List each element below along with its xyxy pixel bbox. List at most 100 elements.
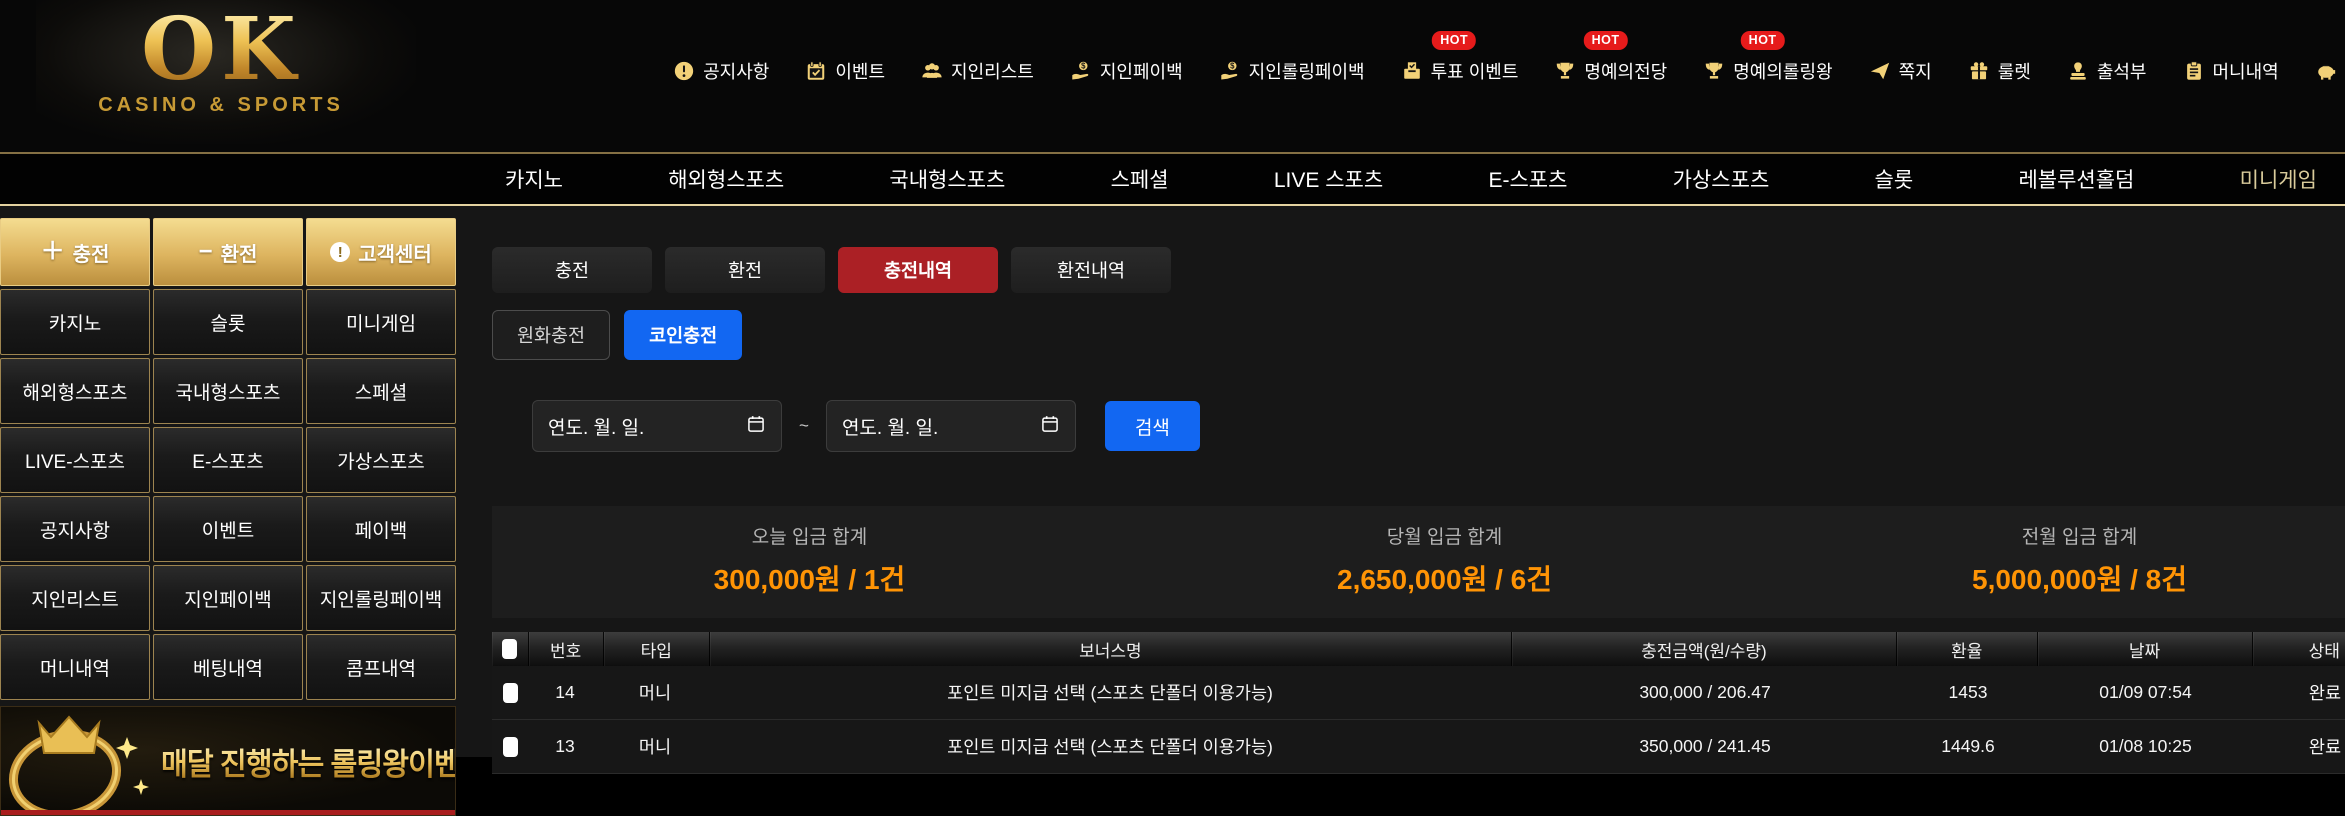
sidebar-item-overseas-sports[interactable]: 해외형스포츠 — [0, 358, 150, 424]
utility-item-friend-payback[interactable]: $ 지인페이백 — [1070, 58, 1183, 84]
sidebar-item-money-history[interactable]: 머니내역 — [0, 634, 150, 700]
sidebar-item-betting-history[interactable]: 베팅내역 — [153, 634, 303, 700]
utility-item-friend-list[interactable]: 지인리스트 — [921, 58, 1034, 84]
sidebar-item-special[interactable]: 스페셜 — [306, 358, 456, 424]
tab-withdraw-history[interactable]: 환전내역 — [1011, 247, 1171, 293]
summary-value: 300,000원 / 1건 — [492, 558, 1127, 598]
main-nav-items: 카지노 해외형스포츠 국내형스포츠 스페셜 LIVE 스포츠 E-스포츠 가상스… — [505, 154, 2317, 204]
utility-item-money-history[interactable]: 머니내역 — [2183, 58, 2279, 84]
nav-virtual-sports[interactable]: 가상스포츠 — [1673, 164, 1770, 194]
sidebar-item-notice[interactable]: 공지사항 — [0, 496, 150, 562]
exclamation-circle-icon: ! — [330, 242, 350, 262]
col-type: 타입 — [604, 632, 711, 666]
sidebar-item-live-sports[interactable]: LIVE-스포츠 — [0, 427, 150, 493]
cell-amount: 300,000 / 206.47 — [1512, 682, 1898, 703]
cell-type: 머니 — [602, 734, 708, 759]
utility-item-notice[interactable]: 공지사항 — [673, 58, 769, 84]
summary-label: 전월 입금 합계 — [1762, 522, 2345, 549]
sidebar-item-slots[interactable]: 슬롯 — [153, 289, 303, 355]
sidebar-item-event[interactable]: 이벤트 — [153, 496, 303, 562]
utility-item-attendance[interactable]: 출석부 — [2067, 58, 2147, 84]
deposit-button[interactable]: ＋ 충전 — [0, 218, 150, 286]
utility-item-event[interactable]: 이벤트 — [805, 58, 885, 84]
utility-item-label: 공지사항 — [703, 58, 769, 84]
deposit-type-subtabs: 원화충전 코인충전 — [492, 310, 2345, 360]
summary-this-month: 당월 입금 합계 2,650,000원 / 6건 — [1127, 522, 1762, 598]
calendar-icon[interactable] — [746, 414, 766, 439]
nav-domestic-sports[interactable]: 국내형스포츠 — [889, 164, 1005, 194]
row-checkbox[interactable] — [503, 683, 518, 703]
nav-overseas-sports[interactable]: 해외형스포츠 — [668, 164, 784, 194]
subtab-coin-deposit[interactable]: 코인충전 — [624, 310, 742, 360]
date-from-input[interactable]: 연도. 월. 일. — [532, 400, 782, 452]
cell-rate: 1449.6 — [1898, 736, 2038, 757]
withdraw-label: 환전 — [221, 238, 258, 267]
nav-revolution-holdem[interactable]: 레볼루션홀덤 — [2018, 164, 2134, 194]
utility-item-message[interactable]: 쪽지 — [1869, 58, 1932, 84]
utility-item-hall-of-fame[interactable]: HOT 명예의전당 — [1554, 58, 1667, 84]
select-all-checkbox[interactable] — [502, 639, 517, 659]
utility-item-label: 쪽지 — [1899, 58, 1932, 84]
summary-label: 오늘 입금 합계 — [492, 522, 1127, 549]
sidebar-item-domestic-sports[interactable]: 국내형스포츠 — [153, 358, 303, 424]
nav-minigame[interactable]: 미니게임 — [2240, 164, 2317, 194]
sidebar-item-comp-history[interactable]: 콤프내역 — [306, 634, 456, 700]
tab-deposit[interactable]: 충전 — [492, 247, 652, 293]
support-button[interactable]: ! 고객센터 — [306, 218, 456, 286]
date-filter: 연도. 월. 일. ~ 연도. 월. 일. 검색 — [532, 400, 2345, 452]
nav-slots[interactable]: 슬롯 — [1875, 164, 1914, 194]
cell-no: 14 — [528, 682, 602, 703]
page: OK CASINO & SPORTS 공지사항 이벤트 지인리스트 — [0, 0, 2345, 757]
utility-item-friend-rolling-payback[interactable]: $ 지인롤링페이백 — [1219, 58, 1365, 84]
row-checkbox[interactable] — [503, 737, 518, 757]
utility-item-label: 투표 이벤트 — [1431, 58, 1519, 84]
subtab-krw-deposit[interactable]: 원화충전 — [492, 310, 610, 360]
cell-date: 01/09 07:54 — [2038, 682, 2253, 703]
nav-special[interactable]: 스페셜 — [1111, 164, 1169, 194]
cell-rate: 1453 — [1898, 682, 2038, 703]
utility-nav: 공지사항 이벤트 지인리스트 $ 지인페이백 — [673, 58, 2345, 84]
tab-deposit-history[interactable]: 충전내역 — [838, 247, 998, 293]
minus-icon: − — [199, 242, 213, 262]
nav-live-sports[interactable]: LIVE 스포츠 — [1274, 164, 1383, 194]
stamp-icon — [2067, 60, 2089, 82]
calendar-icon[interactable] — [1040, 414, 1060, 439]
date-to-placeholder: 연도. 월. 일. — [842, 413, 938, 440]
nav-casino[interactable]: 카지노 — [505, 164, 563, 194]
content: 충전 환전 충전내역 환전내역 원화충전 코인충전 연도. 월. 일. ~ 연도… — [492, 247, 2345, 774]
sidebar-item-friend-list[interactable]: 지인리스트 — [0, 565, 150, 631]
sidebar-item-esports[interactable]: E-스포츠 — [153, 427, 303, 493]
date-to-input[interactable]: 연도. 월. 일. — [826, 400, 1076, 452]
crown-ring-icon — [0, 709, 153, 816]
nav-esports[interactable]: E-스포츠 — [1488, 164, 1567, 194]
trophy-icon — [1703, 60, 1725, 82]
sidebar-item-friend-rolling-payback[interactable]: 지인롤링페이백 — [306, 565, 456, 631]
sidebar-item-minigame[interactable]: 미니게임 — [306, 289, 456, 355]
plus-icon: ＋ — [41, 242, 65, 262]
hot-badge: HOT — [1584, 31, 1628, 50]
withdraw-button[interactable]: − 환전 — [153, 218, 303, 286]
deposit-history-table: 번호 타입 보너스명 충전금액(원/수량) 환율 날짜 상태 14 머니 포인트… — [492, 632, 2345, 774]
utility-item-vote-event[interactable]: HOT 투표 이벤트 — [1401, 58, 1519, 84]
summary-last-month: 전월 입금 합계 5,000,000원 / 8건 — [1762, 522, 2345, 598]
sidebar-item-friend-payback[interactable]: 지인페이백 — [153, 565, 303, 631]
sidebar-item-payback[interactable]: 페이백 — [306, 496, 456, 562]
cell-status: 완료 — [2253, 734, 2345, 759]
logo[interactable]: OK CASINO & SPORTS — [96, 4, 346, 117]
tab-withdraw[interactable]: 환전 — [665, 247, 825, 293]
cell-amount: 350,000 / 241.45 — [1512, 736, 1898, 757]
promo-banner[interactable]: 매달 진행하는 롤링왕이벤트 — [0, 706, 456, 816]
support-label: 고객센터 — [358, 238, 432, 267]
utility-item-rolling-king[interactable]: HOT 명예의롤링왕 — [1703, 58, 1832, 84]
cell-status: 완료 — [2253, 680, 2345, 705]
hot-badge: HOT — [1741, 31, 1785, 50]
promo-banner-strip — [1, 810, 455, 815]
sidebar-item-virtual-sports[interactable]: 가상스포츠 — [306, 427, 456, 493]
utility-item-roulette[interactable]: 룰렛 — [1968, 58, 2031, 84]
header-checkbox-cell — [492, 632, 529, 666]
sidebar-menu: 카지노 슬롯 미니게임 해외형스포츠 국내형스포츠 스페셜 LIVE-스포츠 E… — [0, 289, 456, 700]
utility-item-comp-history[interactable]: 콤프내역 — [2315, 58, 2345, 84]
row-checkbox-cell — [492, 737, 528, 757]
search-button[interactable]: 검색 — [1105, 401, 1200, 451]
sidebar-item-casino[interactable]: 카지노 — [0, 289, 150, 355]
